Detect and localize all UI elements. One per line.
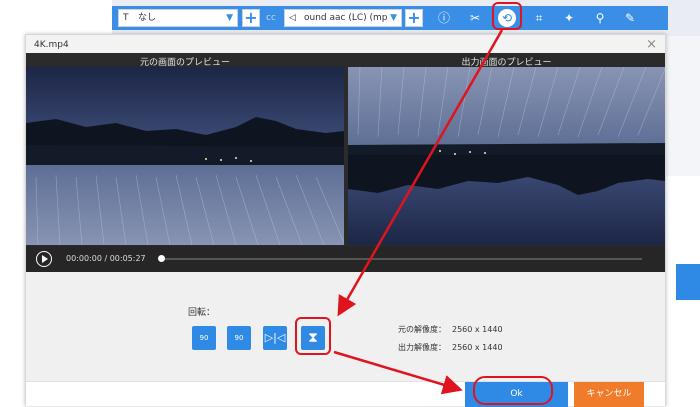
effect-icon[interactable]: ✦	[560, 9, 578, 27]
rotate-label: 回転：	[188, 308, 216, 318]
output-landscape-image	[348, 67, 665, 245]
flip-vertical-highlight	[295, 317, 331, 355]
cc-icon[interactable]: cc	[262, 9, 280, 27]
add-audio-button[interactable]: +	[405, 9, 423, 27]
output-preview-image	[348, 67, 665, 245]
rotate-left-icon: 90	[199, 334, 209, 342]
text-icon: T	[123, 13, 129, 23]
original-resolution-label: 元の解像度：	[398, 325, 446, 334]
output-resolution: 出力解像度： 2560 x 1440	[398, 342, 503, 353]
right-action-button[interactable]	[676, 264, 700, 300]
flip-horizontal-icon: ▷|◁	[264, 331, 286, 344]
audio-track-select[interactable]: ◁ ound aac (LC) (mp ▼	[284, 9, 402, 27]
original-resolution: 元の解像度： 2560 x 1440	[398, 324, 503, 335]
audio-track-value: ound aac (LC) (mp	[304, 13, 388, 23]
cancel-button[interactable]: キャンセル	[574, 382, 644, 407]
dialog-footer: Ok キャンセル	[26, 381, 665, 407]
rotate-dialog: 4K.mp4 × 元の画面のプレビュー 出力画面のプレビュー 00:00:00 …	[25, 34, 666, 407]
rotate-right-icon: 90	[234, 334, 244, 342]
cut-icon[interactable]: ✂	[466, 9, 484, 27]
chevron-down-icon: ▼	[226, 13, 233, 23]
play-icon[interactable]	[36, 251, 52, 267]
info-icon[interactable]: ⓘ	[435, 9, 453, 27]
preview-area: 元の画面のプレビュー 出力画面のプレビュー 00:00:00 / 00:05:2…	[26, 53, 665, 272]
right-panel	[666, 36, 700, 176]
seek-handle[interactable]	[158, 255, 165, 262]
playback-time: 00:00:00 / 00:05:27	[66, 254, 146, 263]
speaker-icon: ◁	[289, 13, 296, 23]
output-resolution-value: 2560 x 1440	[452, 343, 503, 352]
chevron-down-icon: ▼	[390, 13, 397, 23]
close-icon[interactable]: ×	[646, 37, 657, 52]
playback-bar: 00:00:00 / 00:05:27	[26, 246, 665, 272]
rotate-right-button[interactable]: 90	[227, 326, 251, 350]
subtitle-select[interactable]: T なし ▼	[118, 9, 238, 27]
watermark-icon[interactable]: ⚲	[591, 9, 609, 27]
crop-icon[interactable]: ⌗	[530, 9, 548, 27]
add-subtitle-button[interactable]: +	[242, 9, 260, 27]
rotate-left-button[interactable]: 90	[192, 326, 216, 350]
editing-toolbar: T なし ▼ + cc ◁ ound aac (LC) (mp ▼ + ⓘ ✂ ⟲ …	[112, 6, 668, 30]
original-landscape-image	[26, 67, 344, 245]
output-resolution-label: 出力解像度：	[398, 343, 446, 352]
flip-horizontal-button[interactable]: ▷|◁	[263, 326, 287, 350]
original-resolution-value: 2560 x 1440	[452, 325, 503, 334]
rotate-settings: 回転： 90 90 ▷|◁ ⧗ 元の解像度： 2560 x 1440 出力解像度：…	[26, 272, 665, 382]
dialog-title: 4K.mp4	[34, 40, 69, 50]
seek-track[interactable]	[162, 258, 642, 260]
ok-button-highlight	[473, 376, 553, 405]
subtitle-value: なし	[138, 13, 157, 23]
original-preview-image	[26, 67, 344, 245]
screen: T なし ▼ + cc ◁ ound aac (LC) (mp ▼ + ⓘ ✂ ⟲ …	[0, 0, 700, 407]
rotate-icon-highlight	[492, 2, 522, 30]
edit-icon[interactable]: ✎	[621, 9, 639, 27]
